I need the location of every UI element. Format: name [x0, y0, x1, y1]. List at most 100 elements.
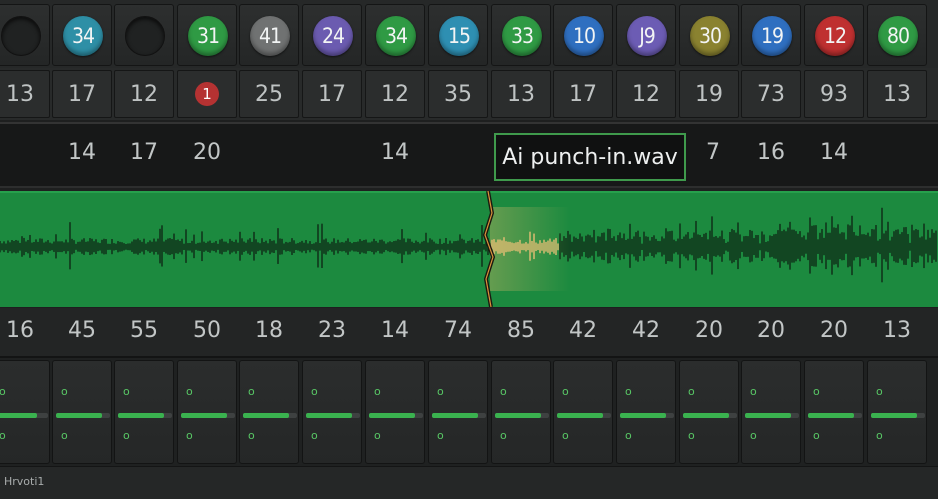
mute-indicator[interactable]: o — [876, 385, 883, 398]
track-value[interactable]: 19 — [679, 70, 739, 118]
volume-fader[interactable] — [683, 413, 737, 418]
track-badge-cell[interactable]: 34 — [52, 4, 112, 66]
mute-indicator[interactable]: o — [311, 385, 318, 398]
track-badge[interactable]: 33 — [502, 16, 542, 56]
volume-fader[interactable] — [871, 413, 925, 418]
track-badge-cell[interactable]: 30 — [679, 4, 739, 66]
mixer-strip[interactable]: oo — [0, 360, 50, 464]
mixer-strip[interactable]: oo — [804, 360, 864, 464]
track-value[interactable]: 17 — [553, 70, 613, 118]
track-value[interactable]: 12 — [114, 70, 174, 118]
mute-indicator[interactable]: o — [750, 385, 757, 398]
track-badge[interactable]: 30 — [690, 16, 730, 56]
mixer-strip[interactable]: oo — [239, 360, 299, 464]
volume-fader[interactable] — [56, 413, 110, 418]
track-value[interactable]: 17 — [302, 70, 362, 118]
solo-indicator[interactable]: o — [876, 429, 883, 442]
mixer-strip[interactable]: oo — [491, 360, 551, 464]
track-badge[interactable]: 12 — [815, 16, 855, 56]
track-badge-cell[interactable]: 41 — [239, 4, 299, 66]
track-value[interactable]: 35 — [428, 70, 488, 118]
track-badge-cell[interactable]: 19 — [741, 4, 801, 66]
mute-indicator[interactable]: o — [437, 385, 444, 398]
mute-indicator[interactable]: o — [813, 385, 820, 398]
mixer-strip[interactable]: oo — [428, 360, 488, 464]
track-value[interactable]: 93 — [804, 70, 864, 118]
mixer-strip[interactable]: oo — [679, 360, 739, 464]
mute-indicator[interactable]: o — [248, 385, 255, 398]
volume-fader[interactable] — [495, 413, 549, 418]
track-badge-cell[interactable]: 10 — [553, 4, 613, 66]
mixer-strip[interactable]: oo — [365, 360, 425, 464]
track-value[interactable]: 17 — [52, 70, 112, 118]
mute-indicator[interactable]: o — [374, 385, 381, 398]
volume-fader[interactable] — [745, 413, 799, 418]
track-badge-cell[interactable]: 24 — [302, 4, 362, 66]
track-badge[interactable]: 80 — [878, 16, 918, 56]
volume-fader[interactable] — [243, 413, 297, 418]
track-badge-cell[interactable]: 15 — [428, 4, 488, 66]
solo-indicator[interactable]: o — [374, 429, 381, 442]
timeline-ruler[interactable]: 14 17 20 14 7 16 14 — [0, 122, 938, 188]
track-badge[interactable]: 31 — [188, 16, 228, 56]
track-badge[interactable]: 34 — [63, 16, 103, 56]
record-indicator[interactable]: 1 — [195, 82, 219, 106]
volume-fader[interactable] — [118, 413, 172, 418]
solo-indicator[interactable]: o — [186, 429, 193, 442]
solo-indicator[interactable]: o — [688, 429, 695, 442]
track-value-cell[interactable]: 1 — [177, 70, 237, 118]
track-badge-cell[interactable] — [0, 4, 50, 66]
solo-indicator[interactable]: o — [750, 429, 757, 442]
mute-indicator[interactable]: o — [500, 385, 507, 398]
solo-indicator[interactable]: o — [0, 429, 6, 442]
track-badge[interactable]: 19 — [752, 16, 792, 56]
mute-indicator[interactable]: o — [625, 385, 632, 398]
solo-indicator[interactable]: o — [500, 429, 507, 442]
clip-name-label[interactable]: Ai punch-in.wav — [494, 133, 686, 181]
track-value[interactable]: 13 — [0, 70, 50, 118]
mixer-strip[interactable]: oo — [867, 360, 927, 464]
track-badge-cell[interactable]: 34 — [365, 4, 425, 66]
track-badge-cell[interactable]: 33 — [491, 4, 551, 66]
mixer-strip[interactable]: oo — [302, 360, 362, 464]
mute-indicator[interactable]: o — [688, 385, 695, 398]
mute-indicator[interactable]: o — [186, 385, 193, 398]
track-badge[interactable]: 24 — [313, 16, 353, 56]
track-badge[interactable]: J9 — [627, 16, 667, 56]
solo-indicator[interactable]: o — [248, 429, 255, 442]
mixer-strip[interactable]: oo — [741, 360, 801, 464]
track-badge[interactable] — [1, 16, 41, 56]
mute-indicator[interactable]: o — [0, 385, 6, 398]
mixer-strip[interactable]: oo — [114, 360, 174, 464]
track-value[interactable]: 13 — [491, 70, 551, 118]
track-badge-cell[interactable]: 31 — [177, 4, 237, 66]
volume-fader[interactable] — [306, 413, 360, 418]
track-value[interactable]: 13 — [867, 70, 927, 118]
track-value[interactable]: 25 — [239, 70, 299, 118]
volume-fader[interactable] — [808, 413, 862, 418]
track-badge[interactable]: 34 — [376, 16, 416, 56]
track-badge[interactable]: 41 — [250, 16, 290, 56]
solo-indicator[interactable]: o — [437, 429, 444, 442]
track-badge-cell[interactable]: J9 — [616, 4, 676, 66]
mixer-strip[interactable]: oo — [52, 360, 112, 464]
mixer-strip[interactable]: oo — [553, 360, 613, 464]
track-badge[interactable]: 15 — [439, 16, 479, 56]
volume-fader[interactable] — [557, 413, 611, 418]
track-value[interactable]: 12 — [365, 70, 425, 118]
track-badge-cell[interactable] — [114, 4, 174, 66]
mixer-strip[interactable]: oo — [177, 360, 237, 464]
mute-indicator[interactable]: o — [123, 385, 130, 398]
volume-fader[interactable] — [181, 413, 235, 418]
volume-fader[interactable] — [0, 413, 48, 418]
volume-fader[interactable] — [432, 413, 486, 418]
track-badge-cell[interactable]: 12 — [804, 4, 864, 66]
solo-indicator[interactable]: o — [562, 429, 569, 442]
mute-indicator[interactable]: o — [562, 385, 569, 398]
track-badge-cell[interactable]: 80 — [867, 4, 927, 66]
mixer-strip[interactable]: oo — [616, 360, 676, 464]
solo-indicator[interactable]: o — [61, 429, 68, 442]
volume-fader[interactable] — [369, 413, 423, 418]
track-badge[interactable]: 10 — [564, 16, 604, 56]
track-badge[interactable] — [125, 16, 165, 56]
